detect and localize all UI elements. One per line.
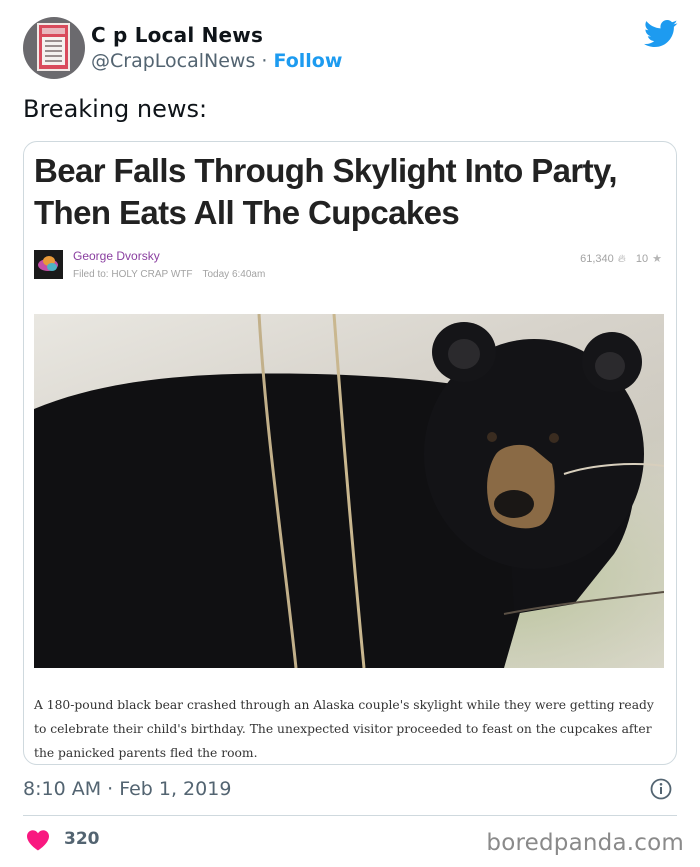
like-count[interactable]: 320 bbox=[64, 829, 100, 849]
separator-dot: · bbox=[255, 50, 274, 72]
article-time: Today 6:40am bbox=[202, 269, 266, 280]
author-avatar bbox=[34, 250, 63, 279]
avatar[interactable] bbox=[23, 17, 85, 79]
article-meta: Filed to: HOLY CRAP WTF Today 6:40am bbox=[73, 269, 265, 280]
view-count: 61,340 bbox=[580, 253, 614, 265]
watermark: boredpanda.com bbox=[486, 830, 684, 856]
display-name[interactable]: C p Local News bbox=[91, 23, 263, 47]
follow-button[interactable]: Follow bbox=[274, 50, 343, 72]
star-count: 10 bbox=[635, 253, 649, 265]
tweet-timestamp[interactable]: 8:10 AM · Feb 1, 2019 bbox=[23, 778, 231, 800]
star-icon: ★ bbox=[652, 253, 662, 265]
info-icon[interactable] bbox=[650, 778, 672, 800]
flame-icon: 🔥︎ bbox=[617, 253, 626, 265]
tweet-card: C p Local News @CrapLocalNews · Follow B… bbox=[0, 0, 700, 867]
tweet-text: Breaking news: bbox=[23, 95, 208, 123]
article-headline: Bear Falls Through Skylight Into Party, … bbox=[34, 152, 618, 231]
bear-illustration bbox=[34, 314, 664, 668]
article-caption: A 180-pound black bear crashed through a… bbox=[34, 698, 654, 760]
bear-photo bbox=[34, 314, 664, 668]
heart-icon[interactable] bbox=[26, 829, 50, 851]
article-stats: 61,340 🔥︎ 10 ★ bbox=[580, 252, 662, 266]
author-name[interactable]: George Dvorsky bbox=[73, 249, 160, 263]
handle-line: @CrapLocalNews · Follow bbox=[91, 50, 342, 72]
user-handle[interactable]: @CrapLocalNews bbox=[91, 50, 255, 72]
filed-to: Filed to: HOLY CRAP WTF bbox=[73, 269, 193, 280]
twitter-bird-icon[interactable] bbox=[644, 19, 678, 49]
article-screenshot[interactable]: Bear Falls Through Skylight Into Party, … bbox=[23, 141, 677, 765]
divider bbox=[23, 815, 677, 816]
avatar-sign-image bbox=[37, 23, 70, 71]
